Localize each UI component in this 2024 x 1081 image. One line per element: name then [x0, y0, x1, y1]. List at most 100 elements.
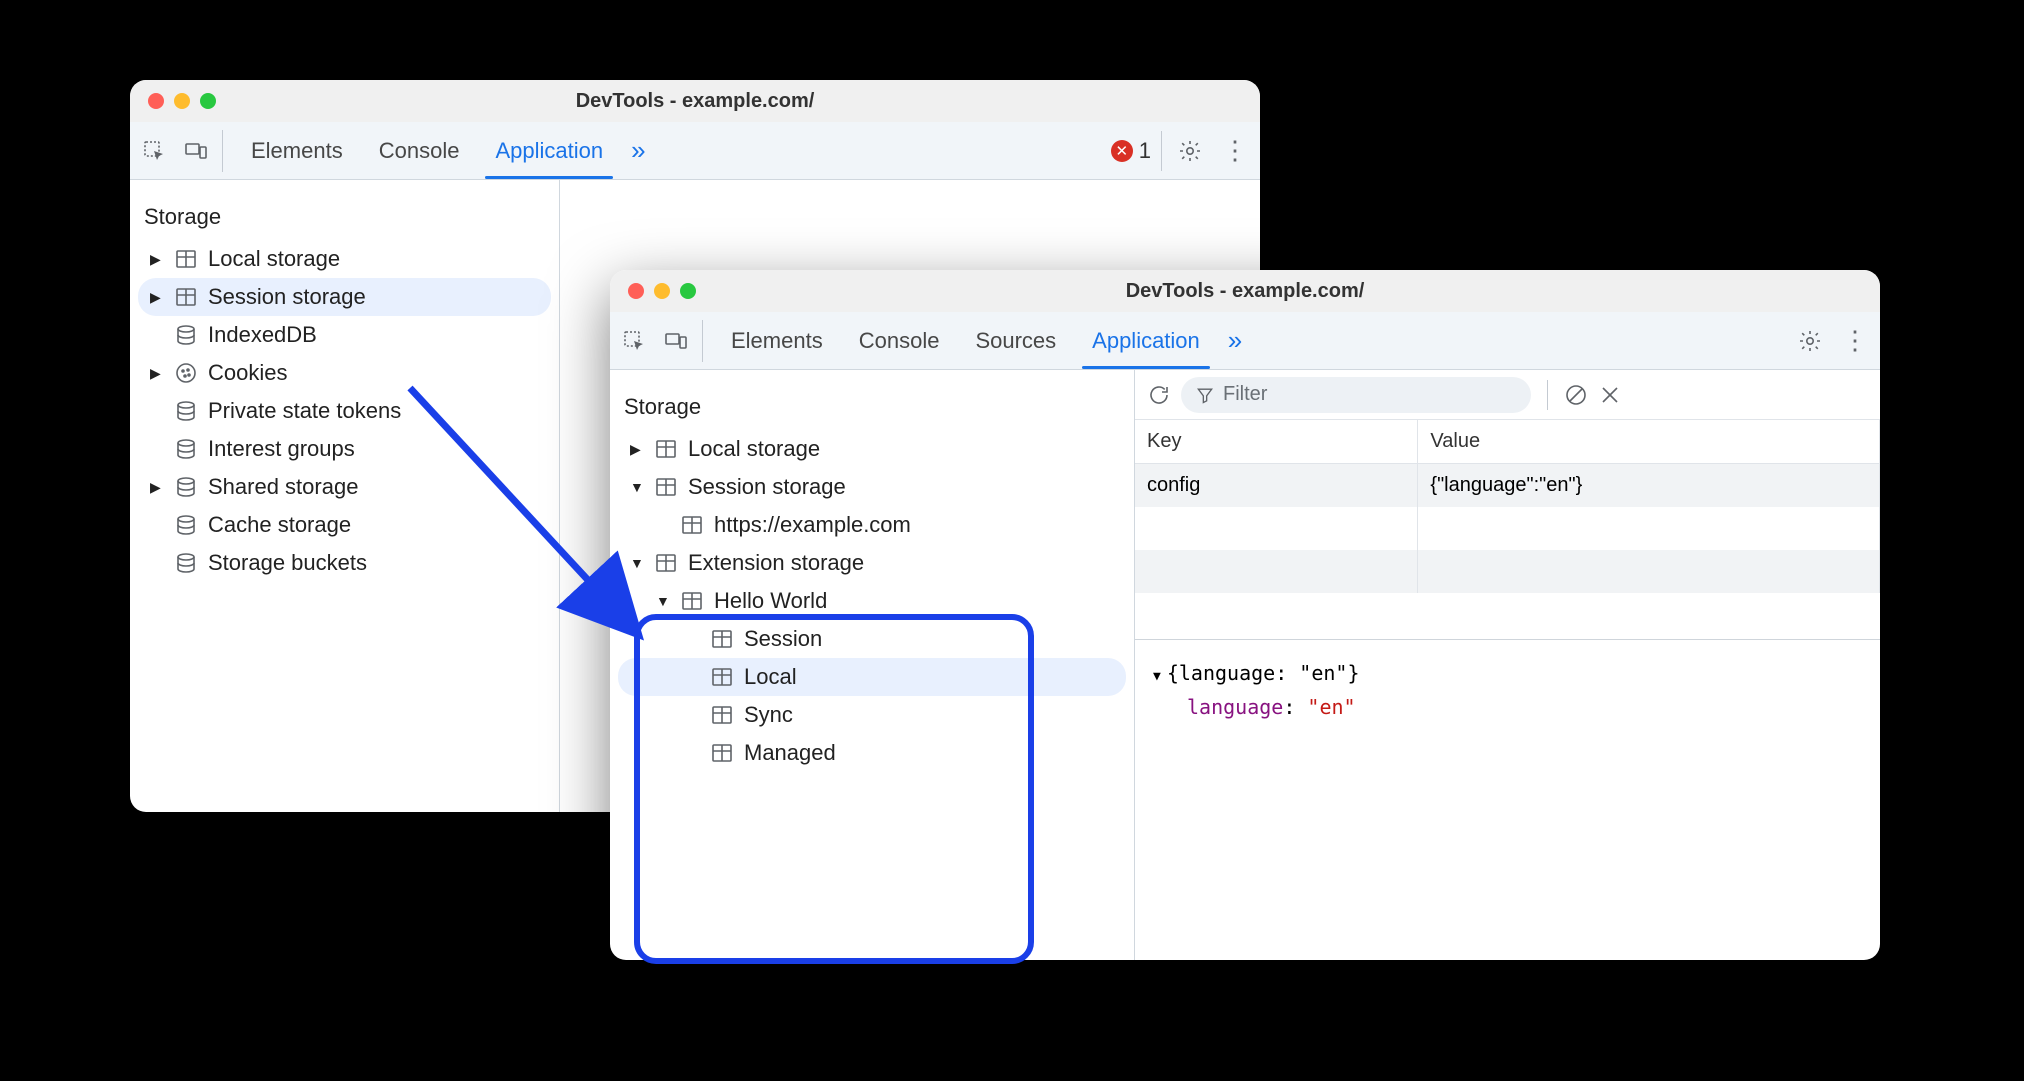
database-icon	[174, 513, 198, 537]
database-icon	[174, 399, 198, 423]
preview-value: "en"	[1307, 695, 1355, 719]
tree-interest-groups[interactable]: Interest groups	[138, 430, 551, 468]
filter-input[interactable]: Filter	[1181, 377, 1531, 413]
device-toggle-icon[interactable]	[184, 139, 208, 163]
label: Extension storage	[688, 550, 864, 576]
storage-table: Key Value config {"language":"en"}	[1135, 420, 1880, 640]
cell-value: {"language":"en"}	[1418, 464, 1880, 508]
label: Managed	[744, 740, 836, 766]
delete-icon[interactable]	[1598, 383, 1622, 407]
error-icon: ✕	[1111, 140, 1133, 162]
label: https://example.com	[714, 512, 911, 538]
database-icon	[174, 475, 198, 499]
inspect-icon[interactable]	[622, 329, 646, 353]
label: Cache storage	[208, 512, 351, 538]
tree-cache-storage[interactable]: Cache storage	[138, 506, 551, 544]
zoom-dot[interactable]	[680, 283, 696, 299]
preview-line-2[interactable]: language: "en"	[1153, 690, 1862, 724]
database-icon	[174, 551, 198, 575]
refresh-icon[interactable]	[1147, 383, 1171, 407]
minimize-dot[interactable]	[654, 283, 670, 299]
table-row-empty[interactable]	[1135, 507, 1880, 550]
gear-icon[interactable]	[1178, 139, 1202, 163]
filter-placeholder: Filter	[1223, 383, 1267, 406]
device-toggle-icon[interactable]	[664, 329, 688, 353]
window-title: DevTools - example.com/	[610, 280, 1880, 303]
tab-elements[interactable]: Elements	[235, 122, 359, 179]
close-dot[interactable]	[148, 93, 164, 109]
table-icon	[654, 475, 678, 499]
cell-key: config	[1135, 464, 1418, 508]
tab-console[interactable]: Console	[363, 122, 476, 179]
tree-session-storage[interactable]: Session storage	[138, 278, 551, 316]
tab-application[interactable]: Application	[479, 122, 619, 179]
tree-private-tokens[interactable]: Private state tokens	[138, 392, 551, 430]
tree-indexeddb[interactable]: IndexedDB	[138, 316, 551, 354]
tab-elements[interactable]: Elements	[715, 312, 839, 369]
collapse-icon	[630, 479, 644, 495]
table-icon	[710, 627, 734, 651]
tree-shared-storage[interactable]: Shared storage	[138, 468, 551, 506]
table-row[interactable]: config {"language":"en"}	[1135, 464, 1880, 508]
clear-all-icon[interactable]	[1564, 383, 1588, 407]
close-dot[interactable]	[628, 283, 644, 299]
more-tabs-icon[interactable]: »	[623, 135, 653, 166]
preview-line-1[interactable]: ▼{language: "en"}	[1153, 656, 1862, 690]
label: Sync	[744, 702, 793, 728]
tree-local-storage[interactable]: Local storage	[138, 240, 551, 278]
cookie-icon	[174, 361, 198, 385]
table-icon	[710, 703, 734, 727]
minimize-dot[interactable]	[174, 93, 190, 109]
storage-header: Storage	[618, 388, 1126, 430]
label: Session storage	[688, 474, 846, 500]
error-badge[interactable]: ✕ 1	[1101, 131, 1162, 171]
detail-toolbar: Filter	[1135, 370, 1880, 420]
tree-hello-world[interactable]: Hello World	[618, 582, 1126, 620]
label: Storage buckets	[208, 550, 367, 576]
gear-icon[interactable]	[1798, 329, 1822, 353]
table-icon	[680, 513, 704, 537]
tree-local-storage[interactable]: Local storage	[618, 430, 1126, 468]
tree-ext-session[interactable]: Session	[618, 620, 1126, 658]
application-sidebar: Storage Local storage Session storage ht…	[610, 370, 1135, 960]
database-icon	[174, 323, 198, 347]
kebab-icon[interactable]: ⋮	[1222, 135, 1248, 166]
tab-sources[interactable]: Sources	[959, 312, 1072, 369]
expand-icon	[150, 289, 164, 306]
col-key[interactable]: Key	[1135, 420, 1418, 464]
table-icon	[680, 589, 704, 613]
tree-storage-buckets[interactable]: Storage buckets	[138, 544, 551, 582]
tree-ext-local[interactable]: Local	[618, 658, 1126, 696]
collapse-icon	[630, 555, 644, 571]
application-sidebar: Storage Local storage Session storage In…	[130, 180, 560, 812]
zoom-dot[interactable]	[200, 93, 216, 109]
table-row-empty[interactable]	[1135, 550, 1880, 593]
tab-application[interactable]: Application	[1076, 312, 1216, 369]
tree-session-origin[interactable]: https://example.com	[618, 506, 1126, 544]
tree-cookies[interactable]: Cookies	[138, 354, 551, 392]
value-preview: ▼{language: "en"} language: "en"	[1135, 640, 1880, 740]
label: IndexedDB	[208, 322, 317, 348]
label: Private state tokens	[208, 398, 401, 424]
table-icon	[654, 437, 678, 461]
tree-extension-storage[interactable]: Extension storage	[618, 544, 1126, 582]
col-value[interactable]: Value	[1418, 420, 1880, 464]
label: Interest groups	[208, 436, 355, 462]
expand-icon	[630, 441, 644, 458]
tree-ext-sync[interactable]: Sync	[618, 696, 1126, 734]
tree-ext-managed[interactable]: Managed	[618, 734, 1126, 772]
collapse-icon	[656, 593, 670, 609]
label: Cookies	[208, 360, 287, 386]
label: Local	[744, 664, 797, 690]
storage-header: Storage	[138, 198, 551, 240]
tree-session-storage[interactable]: Session storage	[618, 468, 1126, 506]
titlebar: DevTools - example.com/	[610, 270, 1880, 312]
tab-console[interactable]: Console	[843, 312, 956, 369]
inspect-icon[interactable]	[142, 139, 166, 163]
more-tabs-icon[interactable]: »	[1220, 325, 1250, 356]
kebab-icon[interactable]: ⋮	[1842, 325, 1868, 356]
storage-detail-pane: Filter Key Value config {"language":"en"…	[1135, 370, 1880, 960]
label: Local storage	[208, 246, 340, 272]
table-icon	[654, 551, 678, 575]
database-icon	[174, 437, 198, 461]
